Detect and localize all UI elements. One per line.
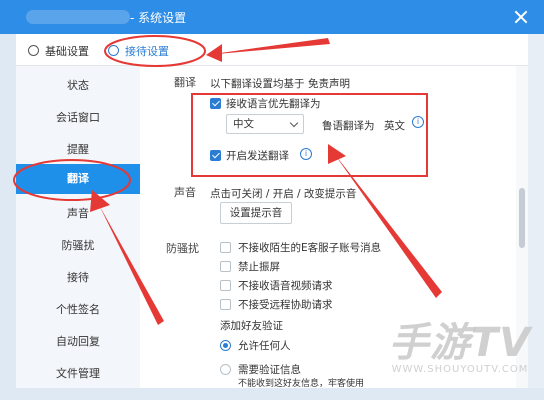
language-select[interactable]: 中文 bbox=[226, 114, 304, 134]
sidebar-item-file-manager[interactable]: 文件管理 bbox=[16, 360, 140, 388]
sidebar-item-sound[interactable]: 声音 bbox=[16, 200, 140, 228]
settings-tabs: 基础设置 接待设置 bbox=[16, 34, 528, 66]
auto-translate-checkbox[interactable] bbox=[210, 98, 221, 109]
title-bar: - 系统设置 bbox=[0, 0, 544, 34]
settings-sidebar: 状态 会话窗口 提醒 翻译 声音 防骚扰 接待 个性签名 自动回复 文件管理 bbox=[16, 66, 140, 388]
reception-icon bbox=[108, 45, 119, 56]
sidebar-item-auto-reply[interactable]: 自动回复 bbox=[16, 328, 140, 356]
blurred-app-name bbox=[26, 10, 130, 24]
auto-translate-label: 接收语言优先翻译为 bbox=[226, 98, 321, 110]
sidebar-item-status[interactable]: 状态 bbox=[16, 72, 140, 100]
allow-anyone-radio[interactable] bbox=[220, 340, 231, 351]
set-sound-button[interactable]: 设置提示音 bbox=[220, 202, 292, 224]
sidebar-item-translate[interactable]: 翻译 bbox=[16, 164, 140, 194]
scroll-thumb[interactable] bbox=[519, 188, 525, 248]
watermark: 手游TV WWW.SHOUYOUTV.COM bbox=[380, 310, 540, 375]
block-stranger-checkbox[interactable] bbox=[220, 242, 231, 253]
sidebar-item-signature[interactable]: 个性签名 bbox=[16, 296, 140, 324]
sound-description: 点击可关闭 / 开启 / 改变提示音 bbox=[210, 188, 357, 200]
sidebar-item-anti-harass[interactable]: 防骚扰 bbox=[16, 232, 140, 260]
need-verify-label: 需要验证信息 bbox=[238, 364, 301, 376]
sidebar-item-chat-window[interactable]: 会话窗口 bbox=[16, 104, 140, 132]
info-icon[interactable]: i bbox=[412, 116, 424, 128]
need-verify-radio[interactable] bbox=[220, 364, 231, 375]
translate-section-label: 翻译 bbox=[174, 76, 196, 89]
sidebar-item-reminder[interactable]: 提醒 bbox=[16, 136, 140, 164]
send-translate-info-icon[interactable]: i bbox=[300, 148, 312, 160]
allow-anyone-label: 允许任何人 bbox=[238, 340, 291, 352]
tab-basic-label: 基础设置 bbox=[45, 45, 89, 58]
no-av-request-checkbox[interactable] bbox=[220, 280, 231, 291]
background-app-left bbox=[0, 0, 16, 400]
no-remote-assist-label: 不接受远程协助请求 bbox=[238, 299, 333, 311]
tab-reception-label: 接待设置 bbox=[125, 45, 169, 58]
block-stranger-label: 不接收陌生的E客服子账号消息 bbox=[238, 242, 382, 254]
watermark-url: WWW.SHOUYOUTV.COM bbox=[391, 364, 529, 375]
no-remote-assist-checkbox[interactable] bbox=[220, 299, 231, 310]
anti-harass-section-label: 防骚扰 bbox=[166, 242, 199, 255]
tab-basic-settings[interactable]: 基础设置 bbox=[28, 43, 89, 59]
chevron-down-icon bbox=[289, 118, 299, 128]
disclaimer-link[interactable]: 免责声明 bbox=[308, 76, 350, 91]
close-icon[interactable] bbox=[512, 8, 530, 26]
common-translate-label: 鲁语翻译为 bbox=[322, 120, 375, 132]
send-translate-checkbox[interactable] bbox=[210, 150, 221, 161]
sidebar-item-reception[interactable]: 接待 bbox=[16, 264, 140, 292]
gear-icon bbox=[28, 45, 39, 56]
friend-verify-label: 添加好友验证 bbox=[220, 320, 283, 332]
background-app-bottom bbox=[0, 388, 544, 400]
common-translate-value: 英文 bbox=[384, 120, 405, 132]
translate-note: 以下翻译设置均基于 bbox=[210, 78, 305, 90]
sound-section-label: 声音 bbox=[174, 186, 196, 199]
language-select-value: 中文 bbox=[233, 118, 254, 130]
verify-hint-text: 不能收到这好友信息，牢客使用 bbox=[238, 379, 365, 389]
no-shake-label: 禁止振屏 bbox=[238, 261, 280, 273]
tab-reception-settings[interactable]: 接待设置 bbox=[108, 43, 169, 59]
window-title: - 系统设置 bbox=[130, 11, 187, 25]
send-translate-label: 开启发送翻译 bbox=[226, 150, 289, 162]
watermark-logo: 手游TV bbox=[388, 320, 532, 366]
no-shake-checkbox[interactable] bbox=[220, 261, 231, 272]
no-av-request-label: 不接收语音视频请求 bbox=[238, 280, 333, 292]
